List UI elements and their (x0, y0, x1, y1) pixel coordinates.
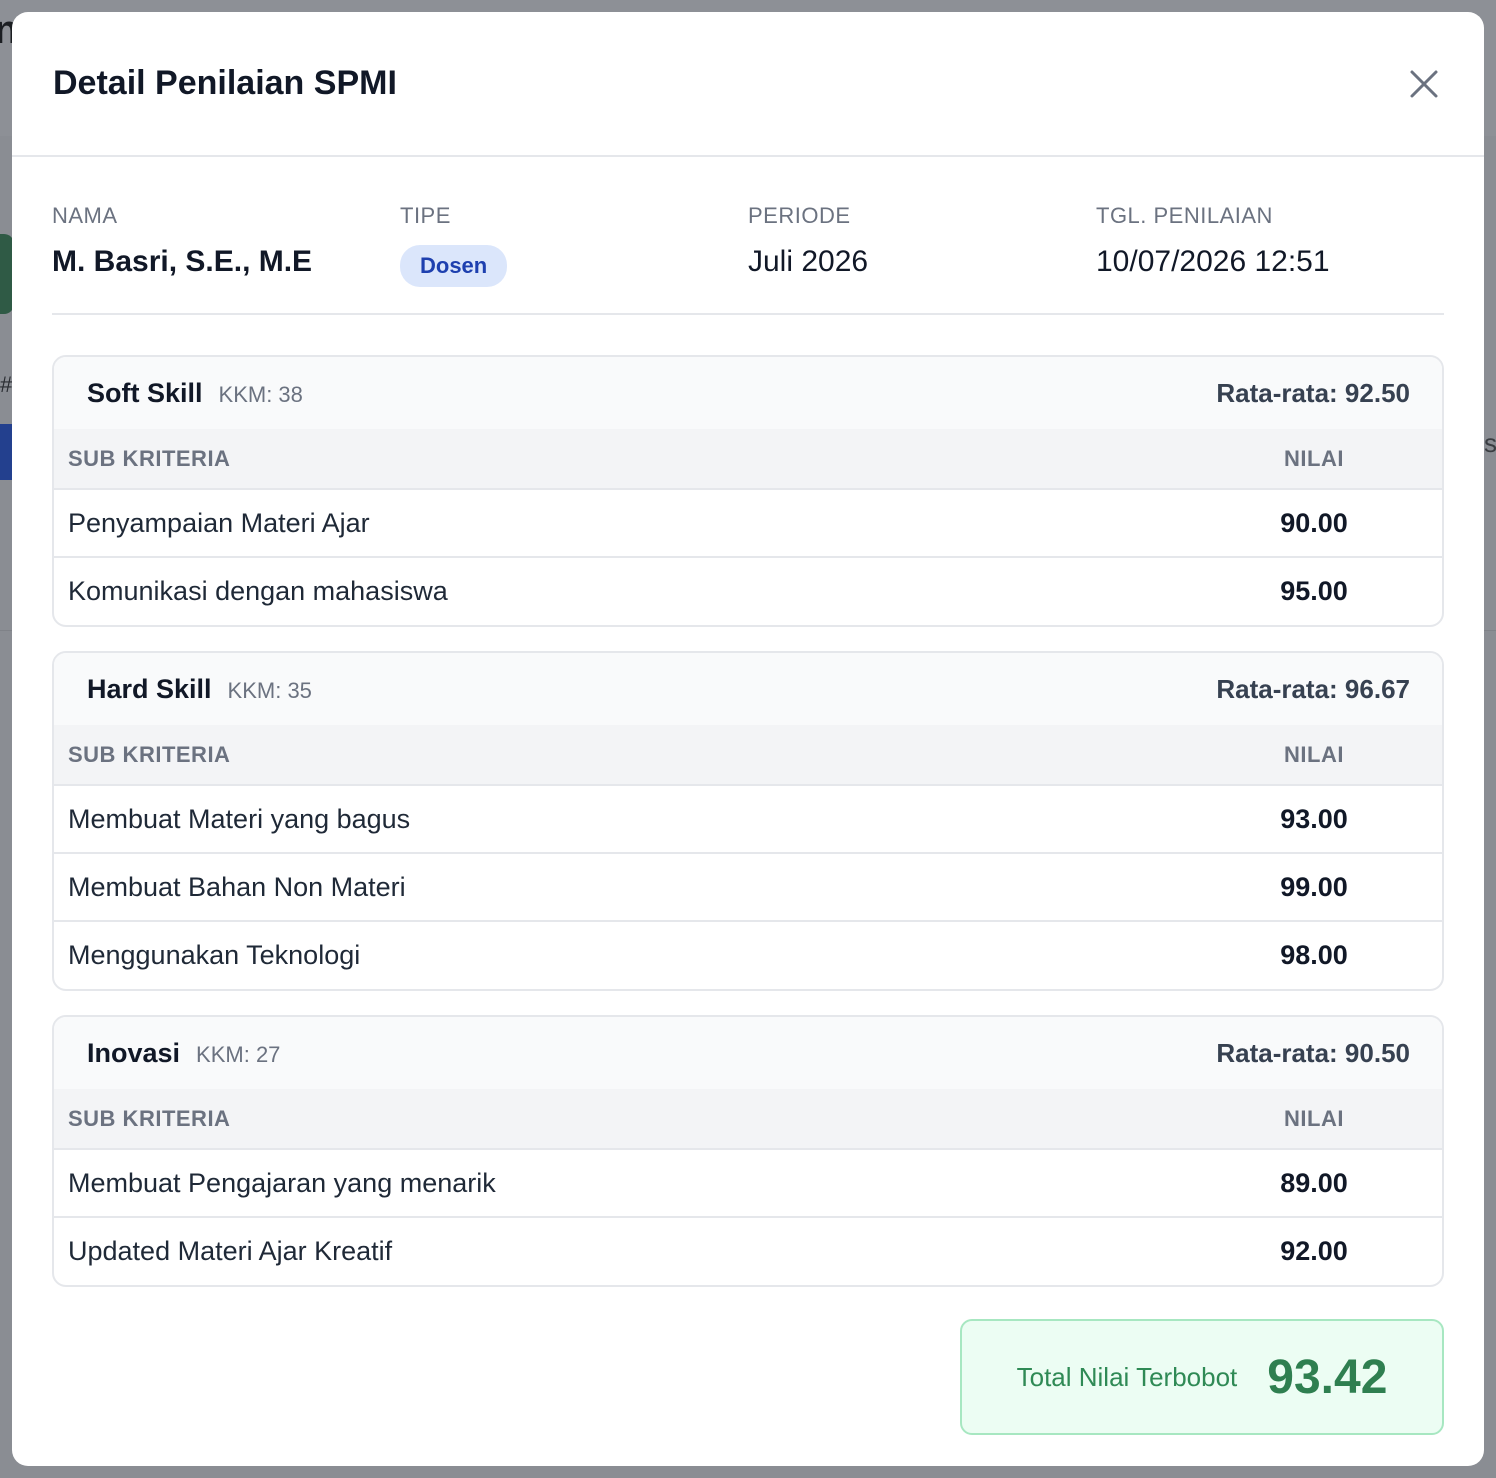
nama-label: NAMA (52, 203, 118, 228)
column-header-nilai: NILAI (1186, 1089, 1442, 1150)
periode-label: PERIODE (748, 203, 851, 228)
sub-kriteria-cell: Membuat Materi yang bagus (54, 785, 1186, 854)
table-row: Menggunakan Teknologi 98.00 (54, 921, 1442, 989)
info-tipe: TIPE Dosen (400, 203, 748, 313)
nilai-cell: 99.00 (1186, 853, 1442, 922)
info-nama: NAMA M. Basri, S.E., M.E (52, 203, 400, 313)
total-label: Total Nilai Terbobot (1016, 1361, 1238, 1392)
modal-header: Detail Penilaian SPMI (12, 12, 1484, 157)
info-tgl-penilaian: TGL. PENILAIAN 10/07/2026 12:51 (1096, 203, 1444, 313)
column-header-nilai: NILAI (1186, 725, 1442, 786)
table-row: Membuat Pengajaran yang menarik 89.00 (54, 1149, 1442, 1218)
section-header: Hard Skill KKM: 35 Rata-rata: 96.67 (54, 653, 1442, 725)
close-button[interactable] (1404, 64, 1444, 104)
section-average: Rata-rata: 90.50 (1216, 1037, 1410, 1068)
section-kkm: KKM: 35 (227, 677, 312, 703)
table-header-row: SUB KRITERIA NILAI (54, 1089, 1442, 1150)
tgl-penilaian-value: 10/07/2026 12:51 (1096, 245, 1330, 278)
total-score-box: Total Nilai Terbobot 93.42 (960, 1319, 1444, 1435)
modal-body: NAMA M. Basri, S.E., M.E TIPE Dosen PERI… (12, 157, 1484, 1435)
background-column-hash: # (0, 372, 13, 397)
table-header-row: SUB KRITERIA NILAI (54, 725, 1442, 786)
periode-value: Juli 2026 (748, 245, 869, 278)
sub-kriteria-cell: Komunikasi dengan mahasiswa (68, 576, 448, 606)
sub-kriteria-cell: Membuat Bahan Non Materi (54, 853, 1186, 922)
background-blue-button (0, 424, 12, 480)
close-icon (1410, 70, 1438, 97)
table-row: Membuat Materi yang bagus 93.00 (54, 785, 1442, 854)
sub-kriteria-cell: Membuat Pengajaran yang menarik (54, 1149, 1186, 1218)
nilai-cell: 93.00 (1186, 785, 1442, 854)
section-kkm: KKM: 27 (196, 1041, 281, 1067)
modal-title: Detail Penilaian SPMI (53, 64, 397, 102)
section-title-group: Hard Skill KKM: 35 (87, 674, 312, 705)
criteria-table: SUB KRITERIA NILAI Membuat Materi yang b… (54, 725, 1442, 989)
section-title-group: Soft Skill KKM: 38 (87, 378, 303, 409)
info-periode: PERIODE Juli 2026 (748, 203, 1096, 313)
sub-kriteria-cell: Updated Materi Ajar Kreatif (68, 1236, 393, 1266)
section-title: Soft Skill (87, 377, 203, 408)
section-soft-skill: Soft Skill KKM: 38 Rata-rata: 92.50 SUB K… (52, 355, 1444, 627)
nilai-cell: 92.00 (1280, 1236, 1348, 1266)
tipe-badge: Dosen (400, 245, 508, 287)
column-header-nilai: NILAI (1186, 429, 1442, 490)
column-header-sub-kriteria: SUB KRITERIA (54, 725, 1186, 786)
section-title: Inovasi (87, 1037, 181, 1068)
nilai-cell: 95.00 (1280, 576, 1348, 606)
nilai-cell: 98.00 (1280, 940, 1348, 970)
total-value: 93.42 (1267, 1350, 1388, 1404)
table-row: Updated Materi Ajar Kreatif 92.00 (54, 1217, 1442, 1285)
info-row: NAMA M. Basri, S.E., M.E TIPE Dosen PERI… (52, 157, 1444, 315)
nama-value: M. Basri, S.E., M.E (52, 245, 313, 278)
detail-modal: Detail Penilaian SPMI NAMA M. Basri, S.E… (12, 12, 1484, 1466)
nilai-cell: 89.00 (1186, 1149, 1442, 1218)
section-average: Rata-rata: 96.67 (1216, 673, 1410, 704)
sub-kriteria-cell: Penyampaian Materi Ajar (54, 489, 1186, 558)
tgl-penilaian-label: TGL. PENILAIAN (1096, 203, 1273, 228)
section-title-group: Inovasi KKM: 27 (87, 1038, 280, 1069)
total-wrapper: Total Nilai Terbobot 93.42 (52, 1319, 1444, 1435)
column-header-sub-kriteria: SUB KRITERIA (54, 429, 1186, 490)
section-header: Inovasi KKM: 27 Rata-rata: 90.50 (54, 1017, 1442, 1089)
section-average: Rata-rata: 92.50 (1216, 377, 1410, 408)
background-text-fragment: sa (1484, 428, 1496, 458)
column-header-sub-kriteria: SUB KRITERIA (54, 1089, 1186, 1150)
sub-kriteria-cell: Menggunakan Teknologi (68, 940, 361, 970)
table-row: Komunikasi dengan mahasiswa 95.00 (54, 557, 1442, 625)
criteria-table: SUB KRITERIA NILAI Penyampaian Materi Aj… (54, 429, 1442, 625)
table-row: Penyampaian Materi Ajar 90.00 (54, 489, 1442, 558)
criteria-table: SUB KRITERIA NILAI Membuat Pengajaran ya… (54, 1089, 1442, 1285)
section-hard-skill: Hard Skill KKM: 35 Rata-rata: 96.67 SUB K… (52, 651, 1444, 991)
table-header-row: SUB KRITERIA NILAI (54, 429, 1442, 490)
tipe-label: TIPE (400, 203, 451, 228)
table-row: Membuat Bahan Non Materi 99.00 (54, 853, 1442, 922)
nilai-cell: 90.00 (1186, 489, 1442, 558)
section-inovasi: Inovasi KKM: 27 Rata-rata: 90.50 SUB KRIT… (52, 1015, 1444, 1287)
section-header: Soft Skill KKM: 38 Rata-rata: 92.50 (54, 357, 1442, 429)
section-title: Hard Skill (87, 673, 212, 704)
section-kkm: KKM: 38 (218, 381, 303, 407)
